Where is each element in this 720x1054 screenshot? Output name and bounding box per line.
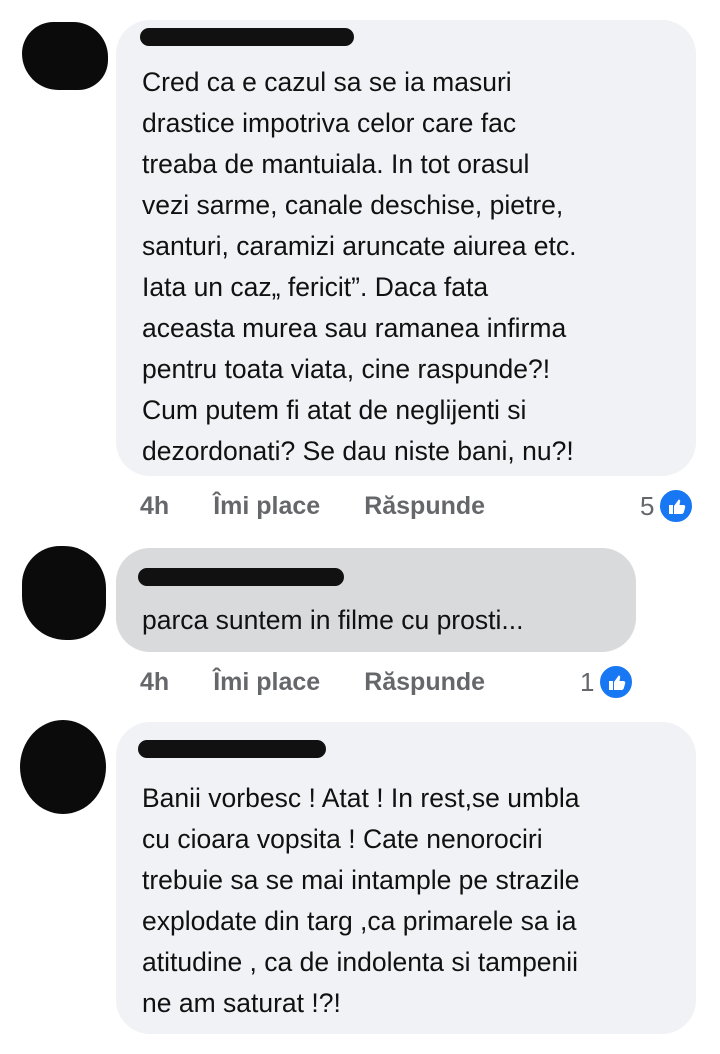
redacted-author-name (138, 740, 326, 758)
like-button[interactable]: Îmi place (213, 492, 320, 521)
reaction-summary[interactable]: 1 (580, 662, 635, 702)
like-reaction-icon (598, 664, 635, 700)
comment-text-line: treaba de mantuiala. In tot orasul (142, 149, 530, 179)
comment-text-line: pentru toata viata, cine raspunde?! (142, 354, 551, 384)
redacted-author-name (140, 28, 354, 46)
comment-text-line: parca suntem in filme cu prosti... (142, 605, 524, 635)
like-button[interactable]: Îmi place (213, 668, 320, 697)
avatar[interactable] (20, 720, 106, 814)
comment-text-line: Cum putem fi atat de neglijenti si (142, 395, 527, 425)
reply-button[interactable]: Răspunde (364, 668, 485, 697)
comment-time: 4h (140, 667, 170, 696)
comment-text-line: Iata un caz„ fericit”. Daca fata (142, 272, 489, 302)
comment-bubble[interactable]: Banii vorbesc ! Atat ! In rest,se umbla … (116, 722, 696, 1034)
avatar[interactable] (22, 22, 108, 90)
comment-text-line: vezi sarme, canale deschise, pietre, (142, 190, 564, 220)
comment-text-line: dezordonati? Se dau niste bani, nu?! (142, 436, 574, 466)
comment-actions: 4h Îmi place Răspunde (140, 662, 529, 702)
like-reaction-icon (658, 488, 695, 524)
comment-bubble[interactable]: parca suntem in filme cu prosti... (116, 548, 636, 652)
avatar[interactable] (22, 546, 106, 640)
reaction-summary[interactable]: 5 (640, 486, 695, 526)
comment-actions: 4h Îmi place Răspunde (140, 486, 529, 526)
comment-time: 4h (140, 491, 170, 520)
comment-bubble[interactable]: Cred ca e cazul sa se ia masuri drastice… (116, 20, 696, 476)
comment-text-line: drastice impotriva celor care fac (142, 108, 517, 138)
comment-text-line: Cred ca e cazul sa se ia masuri (142, 67, 512, 97)
comment-text-line: cu cioara vopsita ! Cate nenorociri (142, 824, 543, 854)
comment-text-line: santuri, caramizi aruncate aiurea etc. (142, 231, 577, 261)
reply-button[interactable]: Răspunde (364, 492, 485, 521)
comment-text-line: Banii vorbesc ! Atat ! In rest,se umbla (142, 783, 580, 813)
comment-text-line: atitudine , ca de indolenta si tampenii (142, 947, 579, 977)
comment-text-line: explodate din targ ,ca primarele sa ia (142, 906, 577, 936)
comment-text-line: aceasta murea sau ramanea infirma (142, 313, 567, 343)
comment-text-line: ne am saturat !?! (142, 988, 341, 1018)
reaction-count: 1 (580, 666, 595, 697)
redacted-author-name (138, 568, 344, 586)
comment-text-line: trebuie sa se mai intample pe strazile (142, 865, 580, 895)
reaction-count: 5 (640, 490, 655, 521)
